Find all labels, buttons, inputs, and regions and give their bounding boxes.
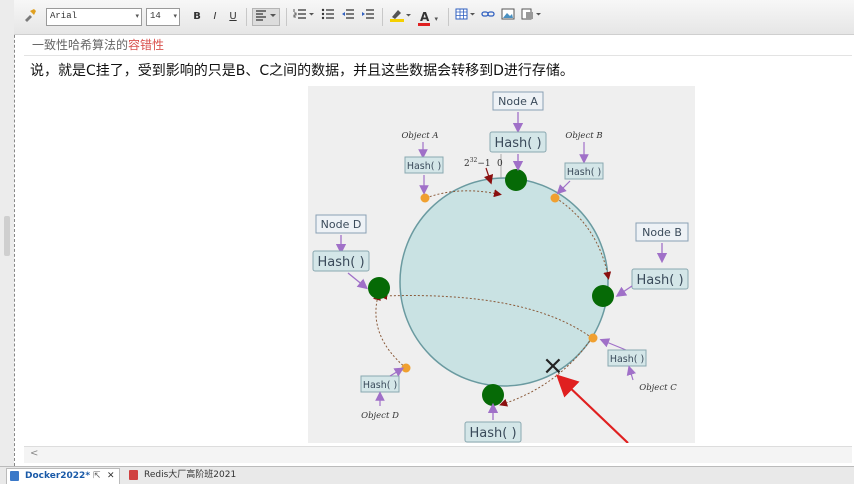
bold-button[interactable]: B <box>190 8 204 26</box>
left-panel-strip <box>0 0 14 466</box>
hash-label-object-c: Hash( ) <box>610 354 644 365</box>
node-new-dot <box>482 384 504 406</box>
hash-label-node-b: Hash( ) <box>636 273 683 288</box>
annotation-red-arrow <box>556 374 629 444</box>
image-icon <box>501 8 515 20</box>
tab-redis-advanced[interactable]: Redis大厂高阶班2021 <box>126 468 238 483</box>
tab-label: Docker2022* <box>25 471 91 481</box>
insert-link-button[interactable] <box>480 8 496 26</box>
note-body-paragraph[interactable]: 说，就是C挂了，受到影响的只是B、C之间的数据，并且这些数据会转移到D进行存储。 <box>30 60 574 80</box>
object-a-dot <box>420 193 430 203</box>
underline-button[interactable]: U <box>226 8 240 26</box>
hash-label-bottom: Hash( ) <box>469 426 516 441</box>
highlighter-icon <box>390 10 411 22</box>
object-d-group: Hash( ) Object D <box>360 367 405 421</box>
hash-label-object-b: Hash( ) <box>567 167 601 178</box>
close-icon[interactable]: ✕ <box>107 469 115 484</box>
scroll-left-icon[interactable]: < <box>30 448 38 459</box>
toolbar-divider <box>448 8 449 26</box>
consistent-hash-diagram: 232−1 0 × Node A Hash( ) Object A Hash( … <box>308 86 695 444</box>
font-color-icon: A <box>420 10 430 24</box>
node-d-label: Node D <box>321 218 362 231</box>
panel-resize-handle[interactable] <box>4 216 10 256</box>
italic-button[interactable]: I <box>208 8 222 26</box>
numbered-list-icon <box>293 9 314 19</box>
path-object-d <box>373 292 407 369</box>
bullet-list-button[interactable] <box>320 8 336 26</box>
ring-max-label: 232−1 <box>464 157 491 169</box>
chevron-down-icon: ▾ <box>135 13 139 21</box>
ring-zero-label: 0 <box>497 159 503 169</box>
hash-label-object-a: Hash( ) <box>407 161 441 172</box>
object-b-dot <box>550 193 560 203</box>
note-title[interactable]: 一致性哈希算法的容错性 <box>24 34 852 56</box>
font-color-swatch <box>418 23 430 26</box>
outdent-button[interactable] <box>340 8 356 26</box>
note-icon <box>129 470 138 480</box>
toolbar-divider <box>246 8 247 26</box>
object-c-dot <box>588 333 598 343</box>
font-family-select[interactable]: Arial ▾ <box>46 8 142 26</box>
highlight-color-button[interactable] <box>388 8 414 26</box>
node-a-group: Node A Hash( ) <box>489 91 547 172</box>
font-size-value: 14 <box>150 11 161 21</box>
attachment-icon <box>521 8 541 20</box>
chevron-down-icon: ▾ <box>434 15 438 23</box>
tab-bar: Docker2022* ⇱ ✕ Redis大厂高阶班2021 <box>0 466 854 484</box>
indent-button[interactable] <box>360 8 376 26</box>
tab-label: Redis大厂高阶班2021 <box>144 470 237 480</box>
pin-icon[interactable]: ⇱ <box>93 469 101 484</box>
node-a-dot <box>505 169 527 191</box>
object-c-group: Hash( ) Object C <box>599 338 677 393</box>
table-icon <box>455 8 475 20</box>
tab-docker2022[interactable]: Docker2022* ⇱ ✕ <box>6 468 120 484</box>
object-a-label: Object A <box>401 131 438 141</box>
object-b-label: Object B <box>565 131 602 141</box>
font-color-button[interactable]: A ▾ <box>416 8 442 26</box>
node-b-group: Node B Hash( ) <box>615 222 689 297</box>
numbered-list-button[interactable] <box>292 8 316 26</box>
hash-ring <box>399 177 609 387</box>
note-title-text: 一致性哈希算法的 <box>32 38 129 52</box>
toolbar-divider <box>286 8 287 26</box>
indent-icon <box>362 9 374 19</box>
font-family-value: Arial <box>50 11 78 21</box>
outdent-icon <box>342 9 354 19</box>
format-painter-icon[interactable] <box>20 8 40 26</box>
insert-image-button[interactable] <box>500 8 516 26</box>
object-d-label: Object D <box>361 411 399 421</box>
insert-attachment-button[interactable] <box>520 8 544 26</box>
hash-label-node-d: Hash( ) <box>317 255 364 270</box>
format-toolbar: Arial ▾ 14 ▾ B I U A ▾ <box>14 0 854 35</box>
note-title-highlight: 容错性 <box>128 38 165 52</box>
object-c-label: Object C <box>639 383 677 393</box>
hash-label-object-d: Hash( ) <box>363 380 397 391</box>
failed-node-c-marker: × <box>542 351 564 381</box>
toolbar-divider <box>382 8 383 26</box>
node-b-label: Node B <box>642 226 682 239</box>
object-a-group: Object A Hash( ) <box>401 131 444 195</box>
node-d-dot <box>368 277 390 299</box>
new-node-hash-group: Hash( ) <box>464 402 522 443</box>
font-size-select[interactable]: 14 ▾ <box>146 8 180 26</box>
chevron-down-icon: ▾ <box>173 13 177 21</box>
node-d-group: Node D Hash( ) <box>312 214 370 290</box>
align-menu-button[interactable] <box>252 8 280 26</box>
object-d-dot <box>401 363 411 373</box>
bullet-list-icon <box>321 8 334 20</box>
horizontal-scrollbar[interactable]: < <box>24 446 852 463</box>
node-a-label: Node A <box>498 95 538 108</box>
hash-label-node-a: Hash( ) <box>494 136 541 151</box>
link-icon <box>481 11 495 17</box>
ring-origin-marker <box>483 167 494 185</box>
note-icon <box>10 471 19 481</box>
align-left-icon <box>256 10 276 21</box>
insert-table-button[interactable] <box>454 8 478 26</box>
node-b-dot <box>592 285 614 307</box>
object-b-group: Object B Hash( ) <box>556 131 604 195</box>
